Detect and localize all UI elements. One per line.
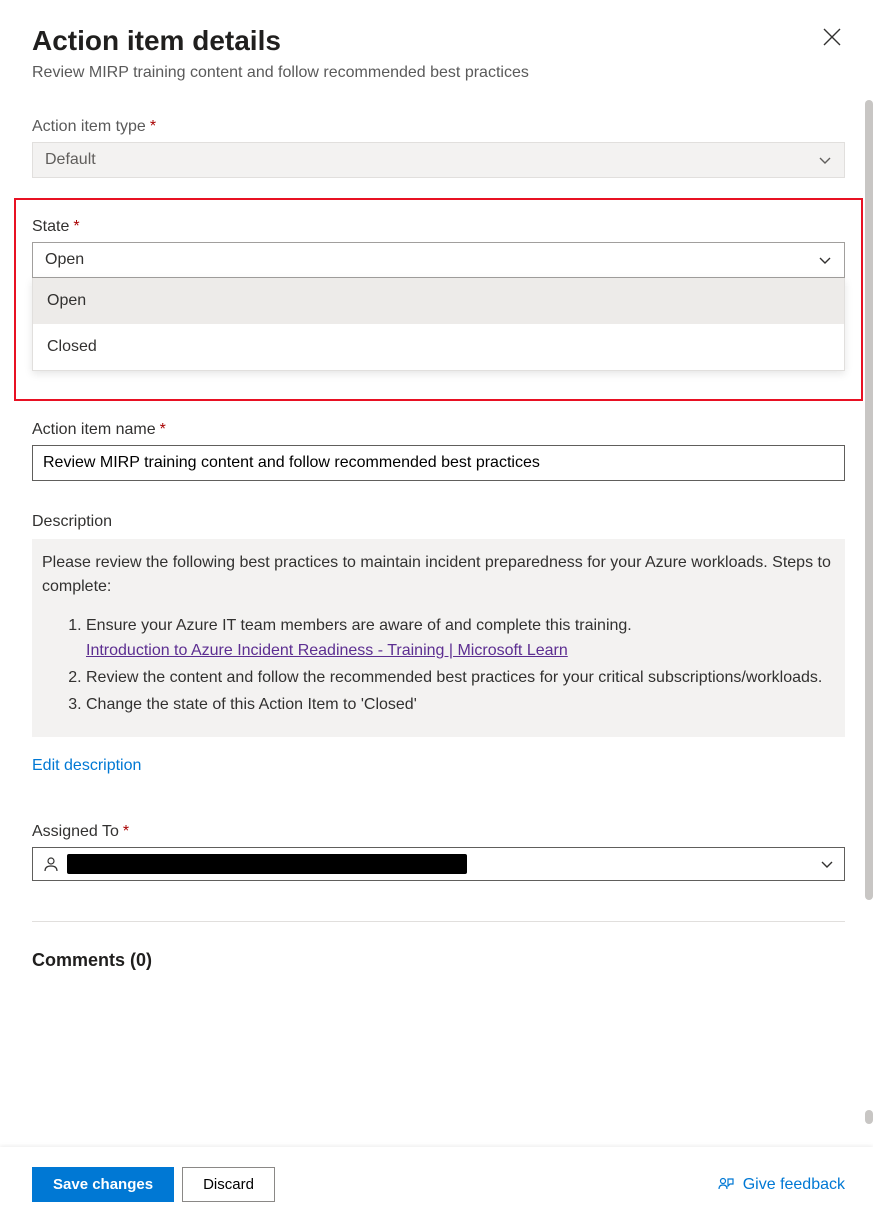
- footer-bar: Save changes Discard Give feedback: [0, 1147, 873, 1224]
- close-icon: [823, 28, 841, 46]
- state-highlight: State* Open Open Closed: [14, 198, 863, 401]
- type-label: Action item type*: [32, 118, 845, 136]
- page-subtitle: Review MIRP training content and follow …: [32, 64, 529, 82]
- feedback-link[interactable]: Give feedback: [717, 1176, 845, 1194]
- description-body: Please review the following best practic…: [32, 539, 845, 738]
- chevron-down-icon: [818, 253, 832, 267]
- state-dropdown: Open Closed: [32, 278, 845, 371]
- comments-heading: Comments (0): [32, 950, 845, 971]
- state-label: State*: [32, 218, 845, 236]
- page-title: Action item details: [32, 24, 529, 58]
- state-option-closed[interactable]: Closed: [33, 324, 844, 370]
- state-value: Open: [45, 251, 84, 269]
- description-step-2: Review the content and follow the recomm…: [86, 666, 835, 691]
- training-link[interactable]: Introduction to Azure Incident Readiness…: [86, 642, 568, 659]
- feedback-icon: [717, 1176, 735, 1194]
- chevron-down-icon: [818, 153, 832, 167]
- name-label: Action item name*: [32, 421, 845, 439]
- name-input[interactable]: [32, 445, 845, 481]
- assigned-select[interactable]: [32, 847, 845, 881]
- person-icon: [43, 856, 59, 872]
- description-intro: Please review the following best practic…: [42, 551, 835, 601]
- scrollbar[interactable]: [865, 1110, 873, 1124]
- type-value: Default: [45, 151, 96, 169]
- scrollbar[interactable]: [865, 100, 873, 900]
- assigned-label: Assigned To*: [32, 823, 845, 841]
- state-option-open[interactable]: Open: [33, 278, 844, 324]
- description-step-1: Ensure your Azure IT team members are aw…: [86, 614, 835, 664]
- save-button[interactable]: Save changes: [32, 1167, 174, 1202]
- assigned-value-redacted: [67, 854, 467, 874]
- close-button[interactable]: [819, 24, 845, 53]
- chevron-down-icon: [820, 857, 834, 871]
- description-label: Description: [32, 513, 845, 531]
- edit-description-link[interactable]: Edit description: [32, 757, 141, 775]
- type-select[interactable]: Default: [32, 142, 845, 178]
- description-step-3: Change the state of this Action Item to …: [86, 693, 835, 718]
- discard-button[interactable]: Discard: [182, 1167, 275, 1202]
- state-select[interactable]: Open: [32, 242, 845, 278]
- divider: [32, 921, 845, 922]
